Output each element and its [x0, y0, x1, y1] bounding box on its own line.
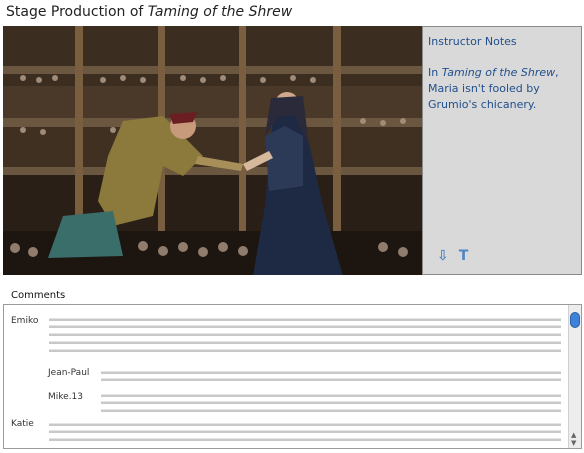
notes-body-play-title: Taming of the Shrew	[441, 66, 556, 79]
page-title-prefix: Stage Production of	[6, 4, 148, 20]
comment-text-line	[49, 430, 561, 433]
notes-body-pre: In	[428, 66, 442, 79]
play-title: Taming of the Shrew	[147, 4, 293, 20]
comment-text-line	[49, 349, 561, 352]
notes-title: Instructor Notes	[428, 35, 517, 48]
instructor-notes-panel: Instructor Notes In Taming of the Shrew,…	[422, 26, 582, 275]
text-tool-icon[interactable]: T	[459, 248, 469, 264]
comment-text-line	[101, 401, 561, 404]
scroll-up-arrow-icon[interactable]: ▲	[571, 431, 576, 439]
download-arrow-icon[interactable]: ⇩	[437, 248, 449, 264]
notes-body: In Taming of the Shrew, Maria isn't fool…	[428, 65, 576, 113]
page-title: Stage Production of Taming of the Shrew	[6, 4, 292, 20]
comment-author: Mike.13	[48, 392, 84, 402]
video-player[interactable]	[3, 26, 422, 275]
comment-author: Katie	[11, 419, 34, 429]
stage-scene-image	[3, 26, 422, 275]
scroll-down-arrow-icon[interactable]: ▼	[571, 439, 576, 447]
comment-text-line	[49, 333, 561, 336]
comments-panel[interactable]: Emiko Jean-Paul Mike.13 Katie ▲ ▼	[3, 304, 582, 449]
comment-text-line	[49, 325, 561, 328]
comment-text-line	[101, 371, 561, 374]
comment-text-line	[101, 378, 561, 381]
comment-author: Emiko	[11, 316, 39, 326]
comment-text-line	[49, 438, 561, 441]
comments-scrollbar[interactable]: ▲ ▼	[568, 305, 581, 448]
comment-text-line	[49, 341, 561, 344]
comment-text-line	[101, 409, 561, 412]
notes-toolbar: ⇩ T	[437, 248, 468, 264]
comment-text-line	[49, 318, 561, 321]
comments-label: Comments	[11, 290, 66, 301]
comment-text-line	[101, 394, 561, 397]
comment-text-line	[49, 423, 561, 426]
scrollbar-thumb[interactable]	[570, 312, 580, 328]
comment-author: Jean-Paul	[48, 368, 90, 378]
